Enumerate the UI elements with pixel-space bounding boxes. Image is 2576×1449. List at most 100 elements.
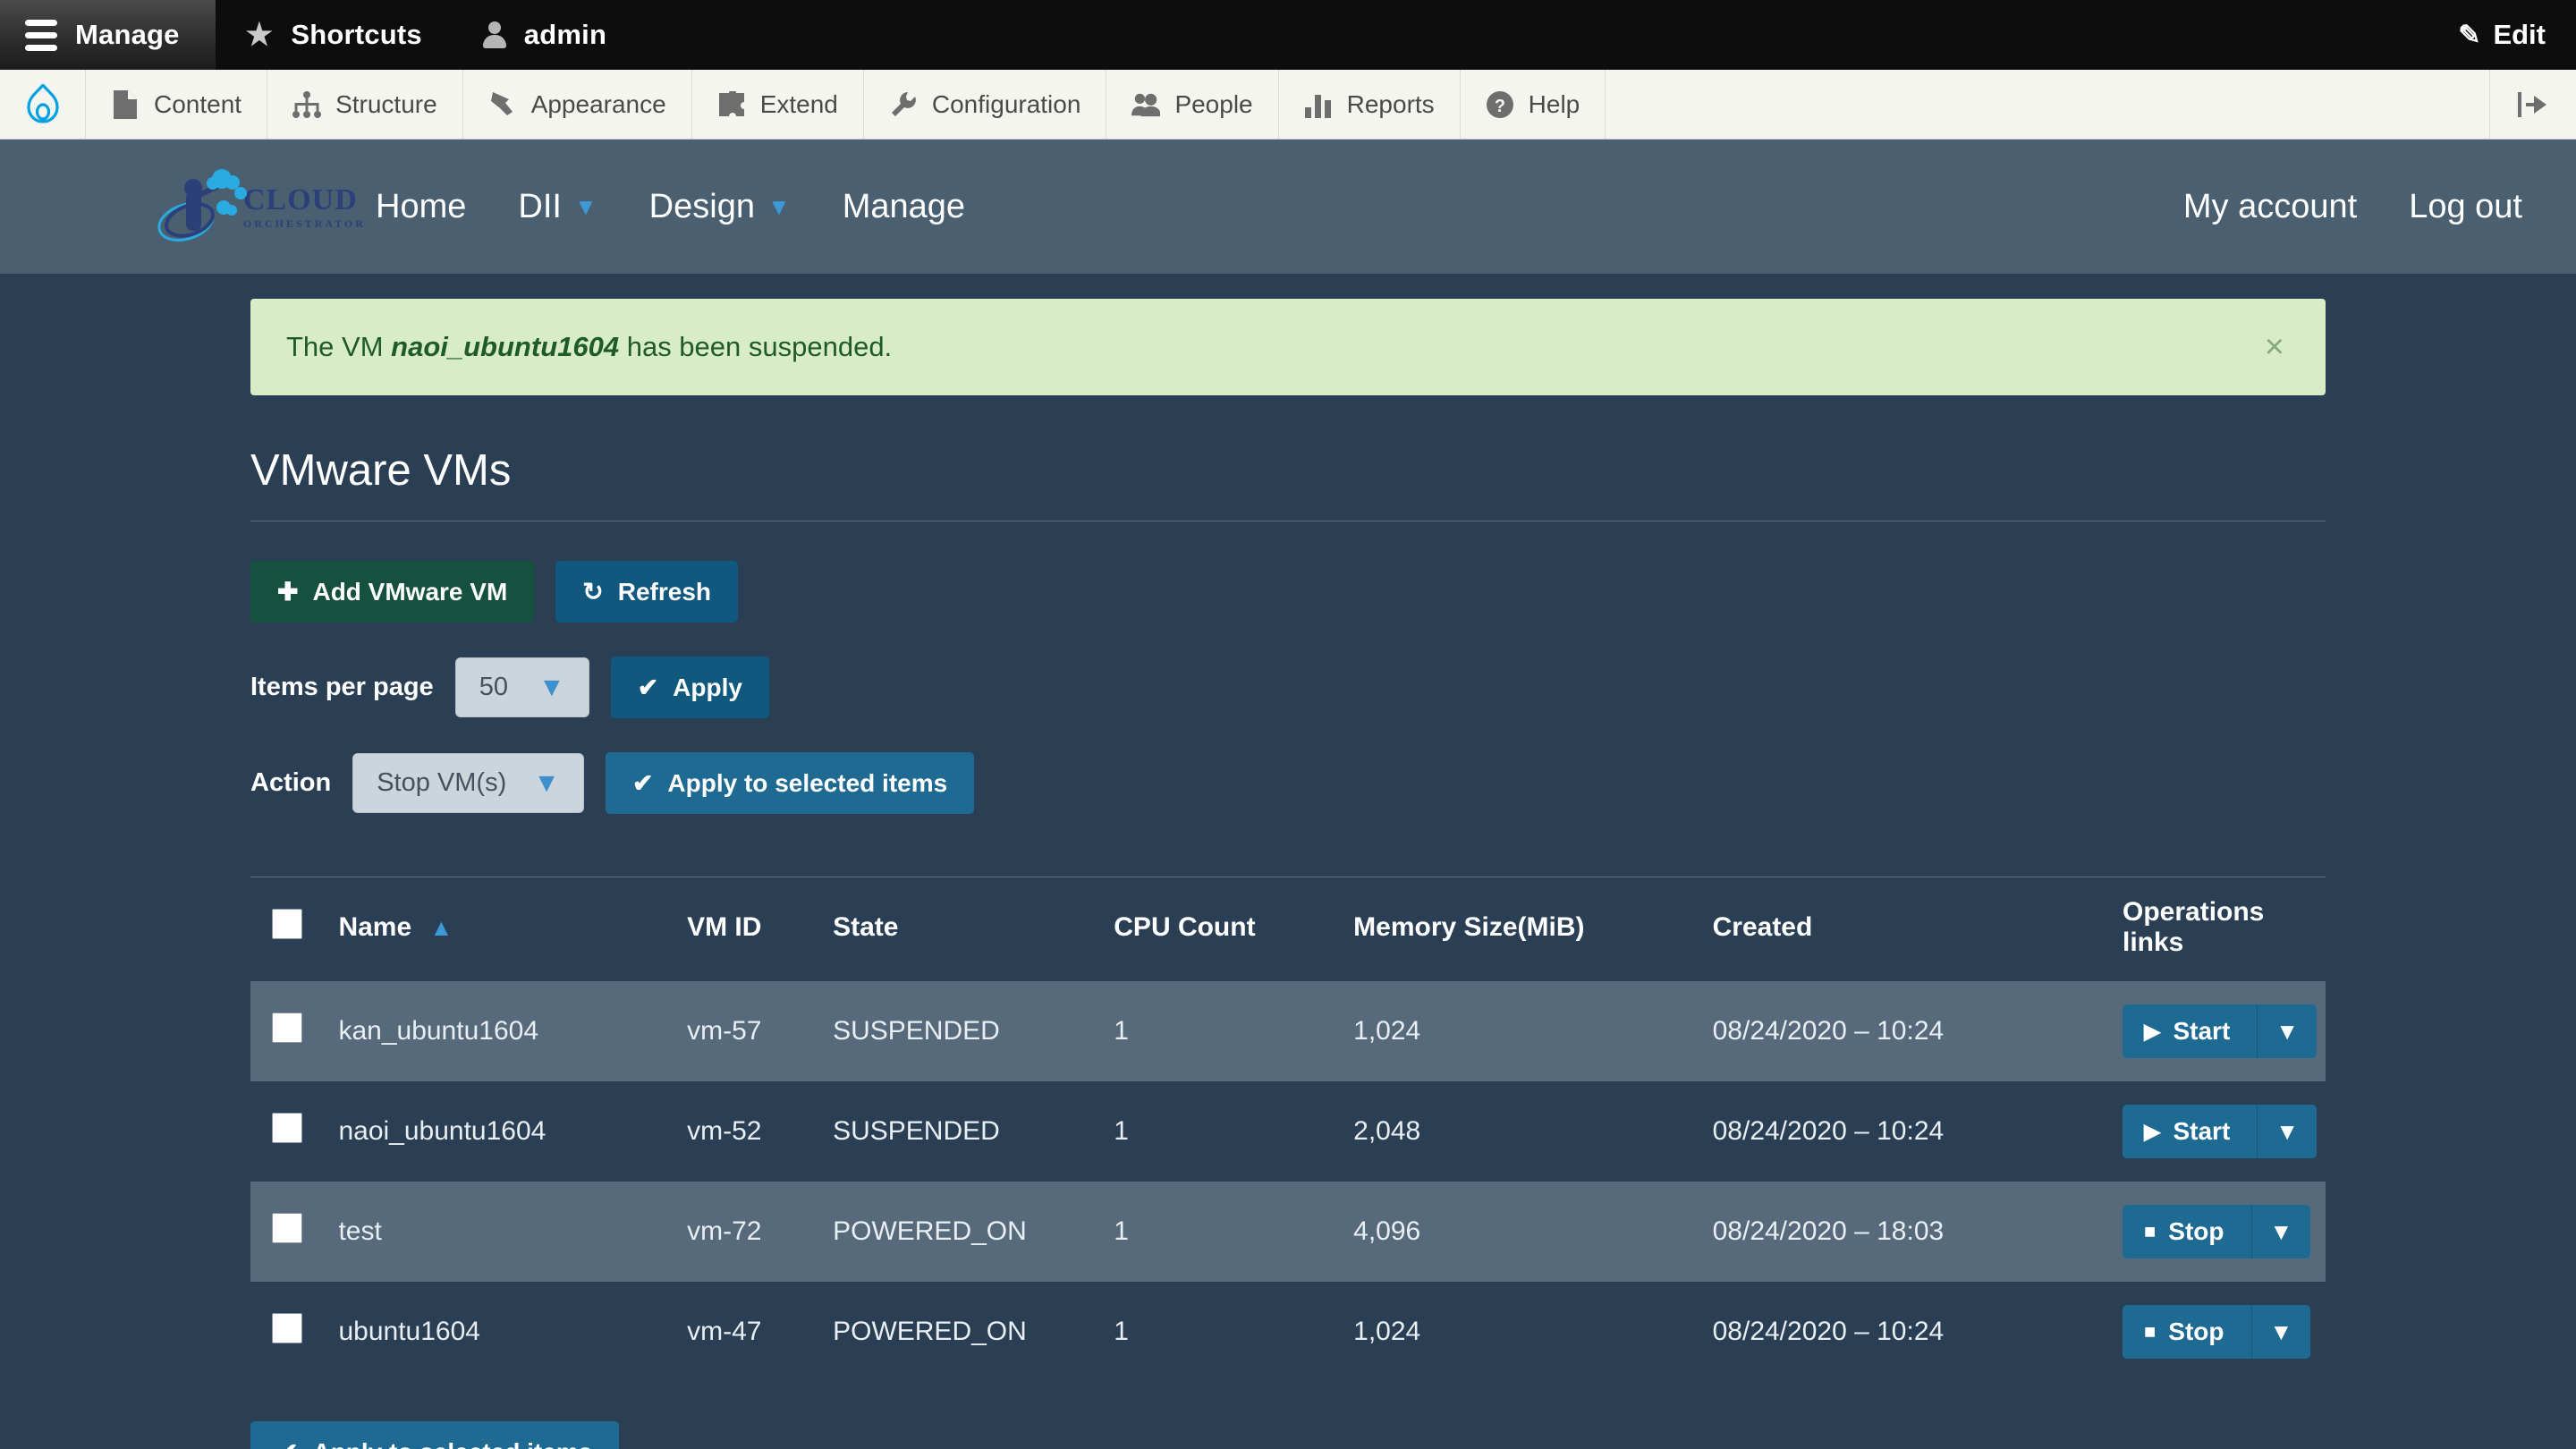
pencil-icon: ✎ bbox=[2458, 20, 2481, 50]
items-per-page-value: 50 bbox=[479, 673, 508, 701]
operation-label: Start bbox=[2173, 1117, 2231, 1145]
apply-button[interactable]: ✔ Apply bbox=[610, 657, 769, 718]
toolbar-edit-label: Edit bbox=[2493, 19, 2546, 50]
check-icon: ✔ bbox=[637, 674, 659, 701]
toolbar-user-label: admin bbox=[523, 19, 607, 50]
question-circle-icon: ? bbox=[1486, 90, 1514, 119]
th-name[interactable]: Name ▲ bbox=[329, 877, 679, 981]
user-navigation: My account Log out bbox=[2183, 188, 2522, 226]
th-state[interactable]: State bbox=[824, 877, 1106, 981]
cell-created: 08/24/2020 – 10:24 bbox=[1712, 1317, 1945, 1346]
th-created[interactable]: Created bbox=[1703, 877, 2114, 981]
items-per-page-select[interactable]: 50 ▼ bbox=[454, 657, 589, 717]
row-checkbox[interactable] bbox=[272, 1013, 302, 1043]
nav-item-home[interactable]: Home bbox=[376, 188, 466, 226]
cell-vm-id: vm-57 bbox=[687, 1016, 762, 1046]
play-icon: ▶ bbox=[2144, 1119, 2161, 1144]
cell-vm-id: vm-72 bbox=[687, 1216, 762, 1246]
nav-label: Home bbox=[376, 187, 467, 225]
action-select[interactable]: Stop VM(s) ▼ bbox=[352, 753, 584, 813]
drupal-drop-icon bbox=[26, 83, 59, 123]
th-memory-size[interactable]: Memory Size(MiB) bbox=[1344, 877, 1704, 981]
row-select-cell[interactable] bbox=[250, 981, 329, 1081]
toolbar-orientation-toggle[interactable] bbox=[2490, 70, 2576, 139]
admin-menu-label: People bbox=[1174, 89, 1253, 118]
operations-dropdown-toggle[interactable]: ▼ bbox=[2251, 1305, 2311, 1359]
apply-label: Apply bbox=[673, 673, 742, 701]
table-header-row: Name ▲ VM ID State CPU Count Memory Size… bbox=[250, 877, 2326, 981]
toolbar-edit-button[interactable]: ✎ Edit bbox=[2458, 0, 2576, 70]
operations-button-group: ▶ Start ▼ bbox=[2123, 1004, 2317, 1058]
operation-primary-button[interactable]: ▶ Start bbox=[2123, 1105, 2258, 1158]
refresh-label: Refresh bbox=[617, 577, 712, 606]
select-all-checkbox[interactable] bbox=[272, 909, 302, 939]
cell-name: kan_ubuntu1604 bbox=[338, 1016, 539, 1046]
refresh-icon: ↻ bbox=[582, 578, 604, 606]
nav-item-dii[interactable]: DII ▼ bbox=[518, 188, 597, 226]
refresh-button[interactable]: ↻ Refresh bbox=[555, 561, 739, 623]
chevron-down-icon: ▼ bbox=[2269, 1217, 2293, 1245]
operations-button-group: ■ Stop ▼ bbox=[2123, 1305, 2311, 1359]
admin-menu-item-reports[interactable]: Reports bbox=[1279, 70, 1461, 139]
sort-asc-icon: ▲ bbox=[429, 914, 453, 941]
row-select-cell[interactable] bbox=[250, 1282, 329, 1382]
site-brand[interactable]: CLOUD ORCHESTRATOR bbox=[152, 166, 363, 247]
nav-item-design[interactable]: Design ▼ bbox=[649, 188, 791, 226]
operation-primary-button[interactable]: ■ Stop bbox=[2123, 1205, 2252, 1258]
nav-label: Design bbox=[648, 187, 755, 225]
admin-menu-item-content[interactable]: Content bbox=[86, 70, 268, 139]
row-checkbox[interactable] bbox=[272, 1113, 302, 1143]
admin-menu-item-appearance[interactable]: Appearance bbox=[463, 70, 692, 139]
check-icon: ✔ bbox=[277, 1437, 298, 1449]
operations-dropdown-toggle[interactable]: ▼ bbox=[2251, 1205, 2311, 1258]
row-checkbox[interactable] bbox=[272, 1213, 302, 1243]
paintbrush-icon bbox=[488, 90, 517, 119]
action-value: Stop VM(s) bbox=[377, 768, 507, 797]
row-checkbox[interactable] bbox=[272, 1313, 302, 1343]
drupal-logo[interactable] bbox=[0, 70, 86, 139]
row-select-cell[interactable] bbox=[250, 1081, 329, 1182]
people-icon bbox=[1131, 90, 1161, 119]
toolbar-shortcuts-button[interactable]: ★ Shortcuts bbox=[216, 0, 453, 70]
admin-menu-item-help[interactable]: ? Help bbox=[1461, 70, 1606, 139]
cloud-orchestrator-logo-icon bbox=[152, 166, 259, 247]
admin-menu-label: Appearance bbox=[530, 89, 666, 118]
nav-item-manage[interactable]: Manage bbox=[843, 188, 965, 226]
nav-item-my-account[interactable]: My account bbox=[2183, 188, 2357, 226]
admin-menu-item-people[interactable]: People bbox=[1106, 70, 1279, 139]
close-icon[interactable]: × bbox=[2259, 330, 2290, 364]
toolbar-manage-button[interactable]: Manage bbox=[0, 0, 216, 70]
nav-item-log-out[interactable]: Log out bbox=[2409, 188, 2522, 226]
page-title: VMware VMs bbox=[250, 445, 2326, 521]
admin-toolbar: Manage ★ Shortcuts admin ✎ Edit bbox=[0, 0, 2576, 70]
row-select-cell[interactable] bbox=[250, 1182, 329, 1282]
th-select-all[interactable] bbox=[250, 877, 330, 981]
operation-primary-button[interactable]: ■ Stop bbox=[2123, 1305, 2252, 1359]
cell-state: POWERED_ON bbox=[833, 1216, 1027, 1246]
items-per-page-row: Items per page 50 ▼ ✔ Apply bbox=[250, 657, 2326, 718]
puzzle-icon bbox=[717, 90, 746, 119]
admin-menu-item-extend[interactable]: Extend bbox=[692, 70, 864, 139]
admin-menu-item-structure[interactable]: Structure bbox=[267, 70, 463, 139]
th-cpu-count[interactable]: CPU Count bbox=[1105, 877, 1345, 981]
chevron-down-icon: ▼ bbox=[538, 672, 565, 702]
cell-operations: ■ Stop ▼ bbox=[2114, 1182, 2326, 1282]
operations-dropdown-toggle[interactable]: ▼ bbox=[2258, 1105, 2317, 1158]
apply-to-selected-items-button-top[interactable]: ✔ Apply to selected items bbox=[605, 752, 975, 814]
bar-chart-icon bbox=[1304, 90, 1333, 119]
operations-dropdown-toggle[interactable]: ▼ bbox=[2258, 1004, 2317, 1058]
th-vm-id[interactable]: VM ID bbox=[678, 877, 825, 981]
stop-icon: ■ bbox=[2144, 1320, 2157, 1343]
hamburger-icon bbox=[25, 19, 57, 51]
star-icon: ★ bbox=[245, 18, 274, 52]
admin-menu-item-configuration[interactable]: Configuration bbox=[864, 70, 1107, 139]
cell-name: test bbox=[338, 1216, 382, 1246]
operation-primary-button[interactable]: ▶ Start bbox=[2123, 1004, 2258, 1058]
toolbar-user-button[interactable]: admin bbox=[453, 0, 637, 70]
nav-label: DII bbox=[518, 187, 562, 225]
add-vmware-vm-button[interactable]: ✚ Add VMware VM bbox=[250, 561, 535, 623]
toolbar-shortcuts-label: Shortcuts bbox=[291, 19, 422, 50]
apply-to-selected-items-button-bottom[interactable]: ✔ Apply to selected items bbox=[250, 1421, 620, 1449]
svg-text:?: ? bbox=[1495, 97, 1505, 116]
action-label: Action bbox=[250, 768, 332, 797]
